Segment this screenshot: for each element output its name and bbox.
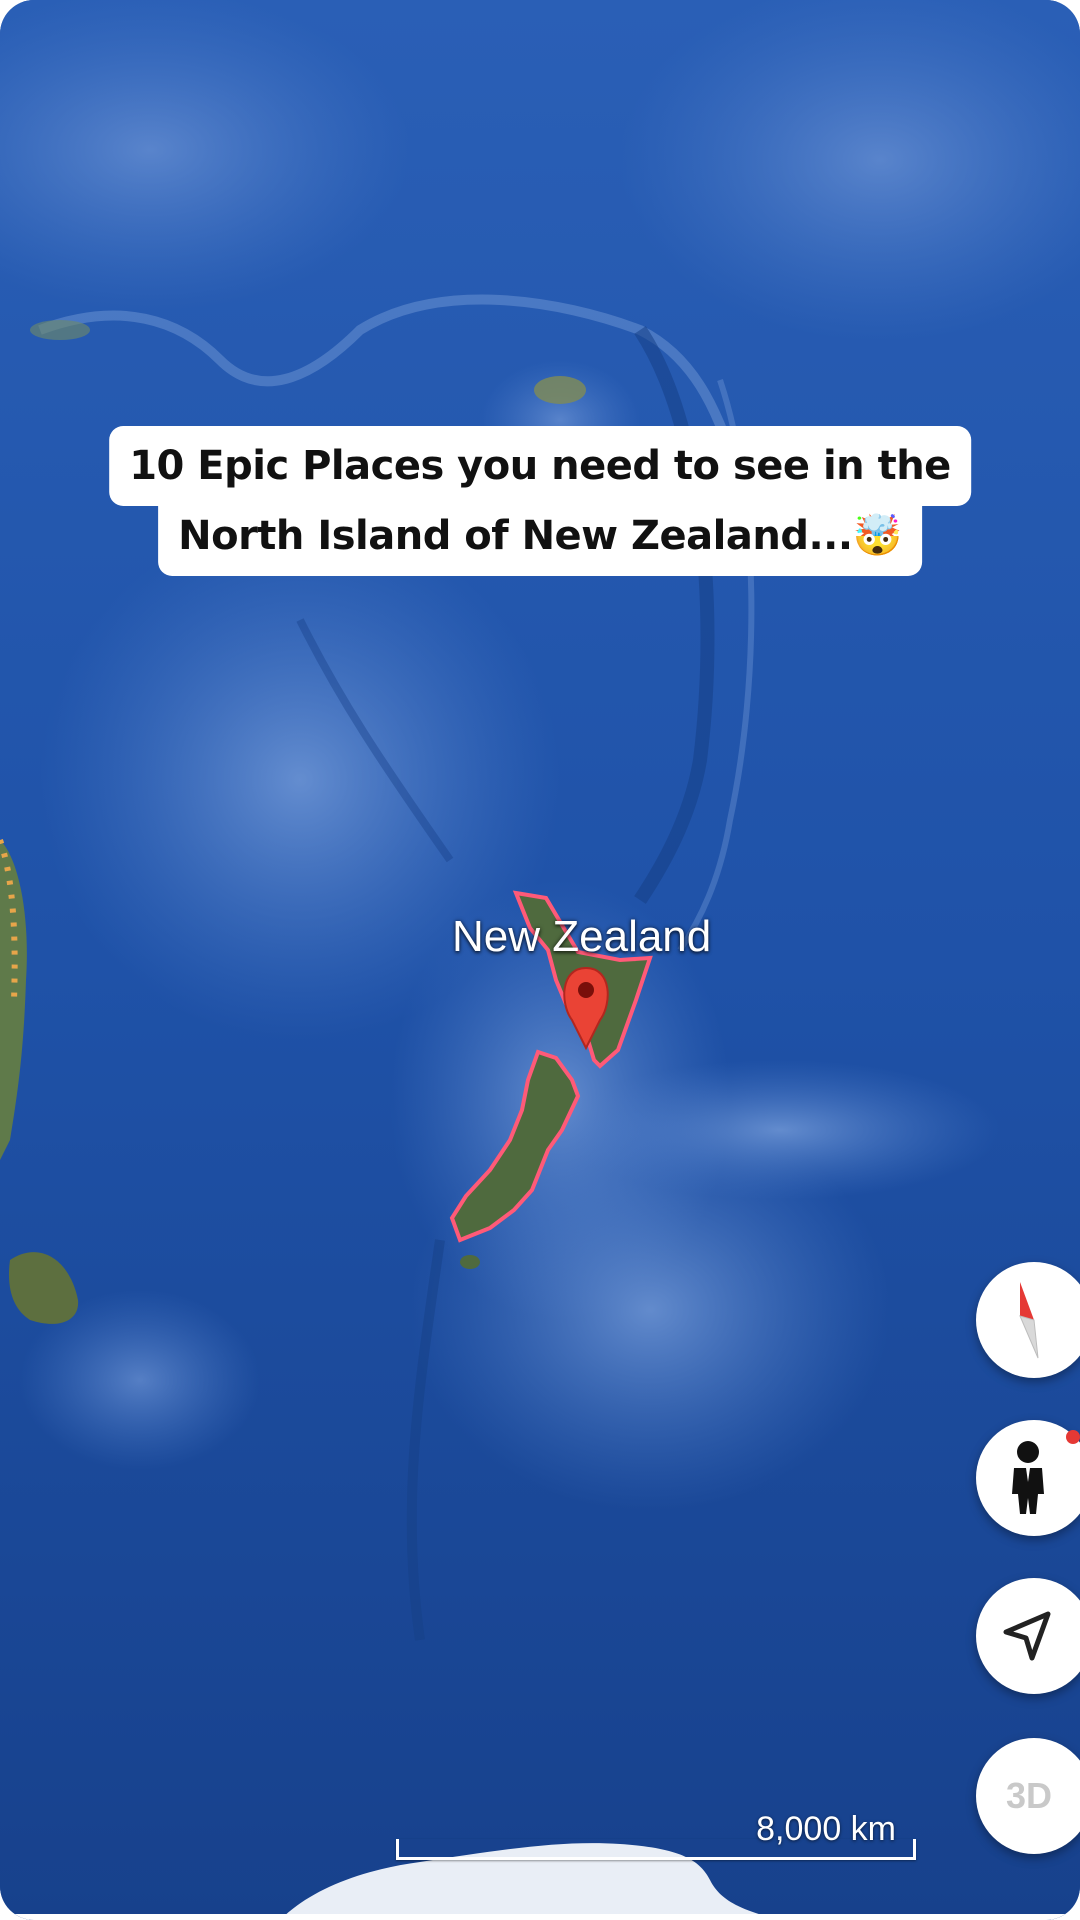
scale-bar: 8,000 km <box>396 1810 916 1860</box>
my-location-button[interactable] <box>976 1578 1080 1694</box>
scale-line <box>396 1839 916 1860</box>
compass-button[interactable] <box>976 1262 1080 1378</box>
street-view-button[interactable] <box>976 1420 1080 1536</box>
view-3d-label: 3D <box>1005 1775 1053 1816</box>
pegman-icon <box>1012 1441 1044 1514</box>
notification-dot <box>1066 1430 1080 1444</box>
navigation-arrow-icon <box>1003 1611 1051 1661</box>
map-viewport[interactable]: 10 Epic Places you need to see in the No… <box>0 0 1080 1920</box>
video-caption-line-1: 10 Epic Places you need to see in the <box>109 426 971 506</box>
place-label[interactable]: New Zealand <box>452 912 711 962</box>
view-3d-button[interactable]: 3D <box>976 1738 1080 1854</box>
bottom-edge <box>0 1914 1080 1920</box>
compass-icon <box>1019 1282 1039 1359</box>
video-caption-line-2: North Island of New Zealand...🤯 <box>158 496 922 576</box>
